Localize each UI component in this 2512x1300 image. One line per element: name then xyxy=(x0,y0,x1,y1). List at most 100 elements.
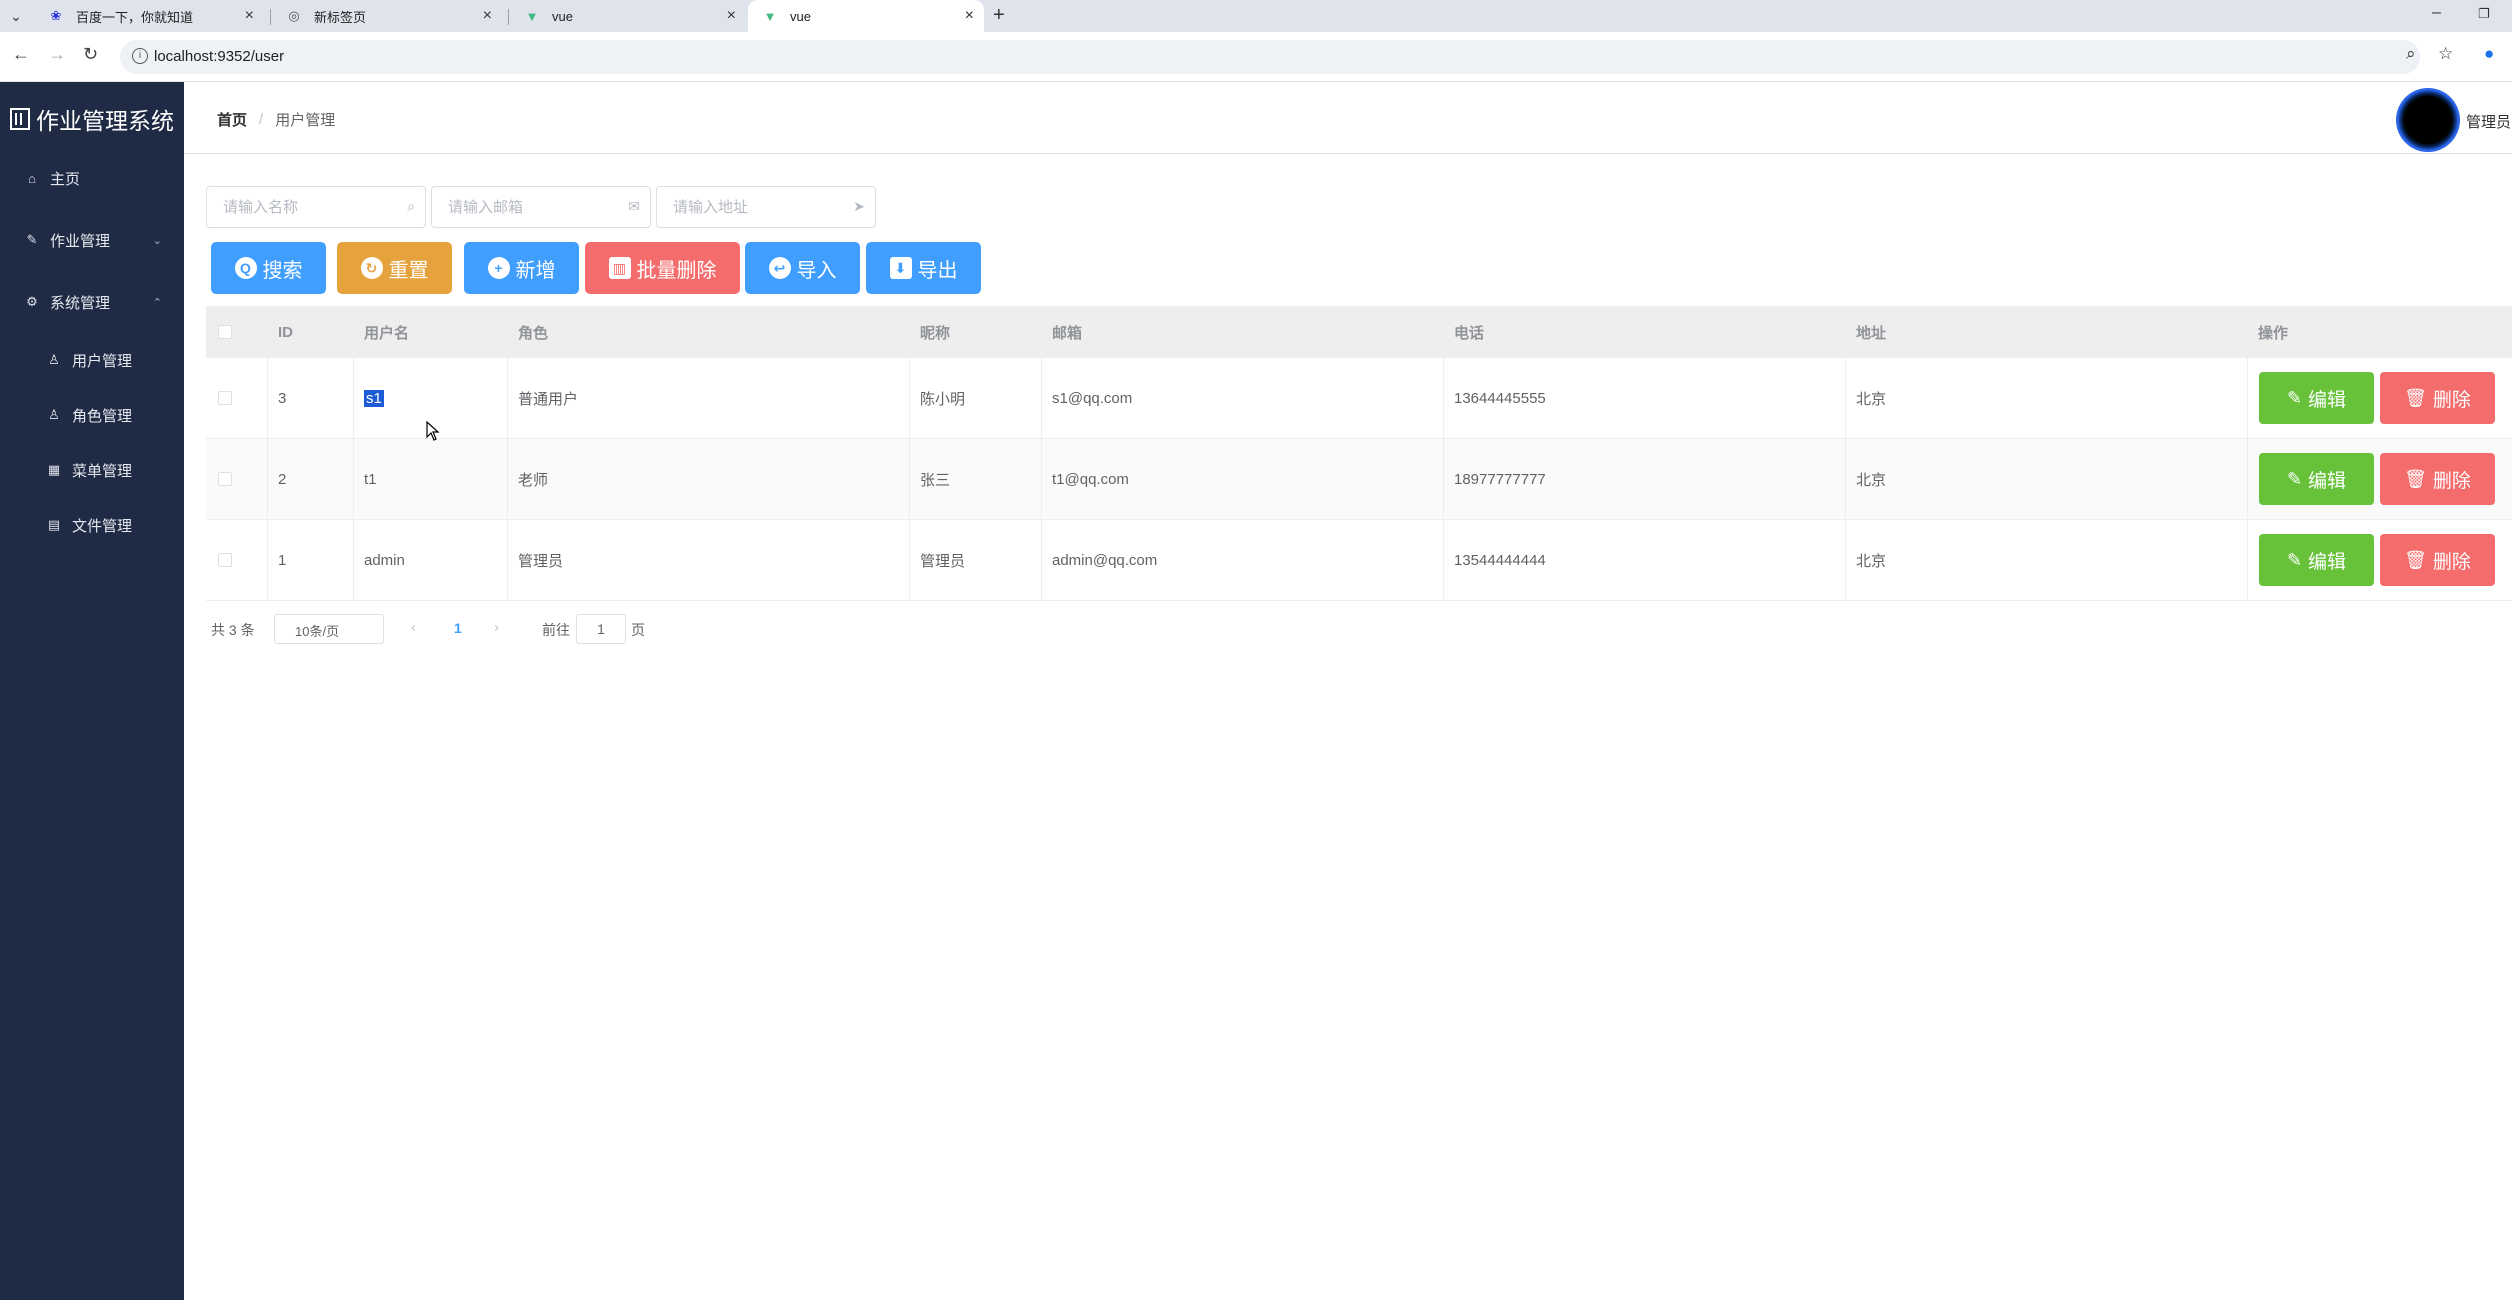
goto-page-input[interactable]: 1 xyxy=(576,614,626,644)
tab-search-icon[interactable]: ⌄ xyxy=(6,6,26,26)
page-size-select[interactable]: 10条/页 ⌄ xyxy=(274,614,384,644)
address-search-field: ➤ xyxy=(656,186,876,228)
sidebar-item-files[interactable]: ▤ 文件管理 xyxy=(0,505,184,545)
bookmark-star-icon[interactable]: ☆ xyxy=(2438,44,2453,64)
column-header-email[interactable]: 邮箱 xyxy=(1042,306,1444,358)
page-header: 首页 / 用户管理 管理员 xyxy=(184,82,2512,154)
column-header-actions: 操作 xyxy=(2258,324,2289,342)
breadcrumb-home[interactable]: 首页 xyxy=(217,109,247,130)
select-all-checkbox[interactable] xyxy=(218,325,232,339)
button-label: 批量删除 xyxy=(636,259,717,282)
refresh-icon: ↻ xyxy=(360,257,383,279)
browser-tab-newtab[interactable]: ◎ 新标签页 × xyxy=(272,0,502,32)
delete-button[interactable]: 🗑 删除 xyxy=(2380,372,2495,424)
minimize-icon[interactable]: – xyxy=(2432,4,2441,22)
back-icon[interactable]: ← xyxy=(12,44,30,65)
table-header: ID 用户名 角色 昵称 邮箱 电话 地址 操作 xyxy=(206,306,2512,358)
email-search-input[interactable] xyxy=(432,187,632,227)
row-checkbox[interactable] xyxy=(218,553,232,567)
reset-button[interactable]: ↻ 重置 xyxy=(337,242,452,294)
table-row[interactable]: 1 admin 管理员 管理员 admin@qq.com 13544444444… xyxy=(206,520,2512,601)
edit-button[interactable]: ✎ 编辑 xyxy=(2259,534,2374,586)
chrome-icon: ◎ xyxy=(288,8,300,23)
zoom-icon[interactable]: ⌕ xyxy=(2406,44,2416,64)
sidebar-item-users[interactable]: ♙ 用户管理 xyxy=(0,340,184,380)
cell-role: 管理员 xyxy=(508,520,910,600)
cell-role: 普通用户 xyxy=(508,358,910,438)
app-title: 作业管理系统 xyxy=(36,108,174,134)
button-label: 导入 xyxy=(796,259,837,282)
cell-id: 3 xyxy=(268,358,354,438)
column-header-username[interactable]: 用户名 xyxy=(354,306,508,358)
user-outline-icon: ♙ xyxy=(48,407,60,422)
edit-button[interactable]: ✎ 编辑 xyxy=(2259,453,2374,505)
profile-icon[interactable]: ● xyxy=(2484,44,2494,64)
edit-icon: ✎ xyxy=(26,232,38,247)
sidebar-item-home[interactable]: ⌂ 主页 xyxy=(0,158,184,198)
selected-username-text: s1 xyxy=(364,389,384,407)
sidebar-item-label: 菜单管理 xyxy=(72,462,133,480)
browser-tab-vue[interactable]: ▼ vue × xyxy=(510,0,746,32)
close-icon[interactable]: × xyxy=(727,7,736,25)
sidebar-item-homework[interactable]: ✎ 作业管理 ⌄ xyxy=(0,220,184,260)
name-search-input[interactable] xyxy=(207,187,407,227)
forward-icon[interactable]: → xyxy=(48,44,66,65)
cell-email: admin@qq.com xyxy=(1042,520,1444,600)
delete-button[interactable]: 🗑 删除 xyxy=(2380,453,2495,505)
import-button[interactable]: ↩ 导入 xyxy=(745,242,860,294)
address-search-input[interactable] xyxy=(657,187,857,227)
search-button[interactable]: Q 搜索 xyxy=(211,242,326,294)
cell-phone: 13644445555 xyxy=(1444,358,1846,438)
tab-title: 百度一下，你就知道 xyxy=(76,9,194,25)
avatar[interactable] xyxy=(2396,88,2460,152)
chevron-down-icon: ⌄ xyxy=(152,234,162,247)
export-button[interactable]: ⬇ 导出 xyxy=(866,242,981,294)
column-header-phone[interactable]: 电话 xyxy=(1444,306,1846,358)
batch-delete-button[interactable]: ▥ 批量删除 xyxy=(585,242,740,294)
new-tab-icon[interactable]: + xyxy=(993,4,1005,27)
download-icon: ⬇ xyxy=(889,257,912,279)
column-header-nickname[interactable]: 昵称 xyxy=(910,306,1042,358)
cell-address: 北京 xyxy=(1846,520,2248,600)
prev-page-icon[interactable]: ‹ xyxy=(411,619,416,636)
url-bar[interactable]: i localhost:9352/user xyxy=(120,40,2420,74)
user-name[interactable]: 管理员 xyxy=(2466,111,2511,132)
sidebar-item-roles[interactable]: ♙ 角色管理 xyxy=(0,395,184,435)
row-checkbox[interactable] xyxy=(218,391,232,405)
site-info-icon[interactable]: i xyxy=(132,48,148,64)
column-header-address[interactable]: 地址 xyxy=(1846,306,2248,358)
sidebar: 作业管理系统 ⌂ 主页 ✎ 作业管理 ⌄ ⚙ 系统管理 ⌃ ♙ 用户管理 ♙ 角… xyxy=(0,82,184,1300)
cell-email: s1@qq.com xyxy=(1042,358,1444,438)
browser-tab-baidu[interactable]: ❀ 百度一下，你就知道 × xyxy=(34,0,264,32)
next-page-icon[interactable]: › xyxy=(494,619,499,636)
row-checkbox[interactable] xyxy=(218,472,232,486)
plus-circle-icon: + xyxy=(487,257,510,279)
browser-tab-strip: ⌄ ❀ 百度一下，你就知道 × ◎ 新标签页 × ▼ vue × ▼ vue ×… xyxy=(0,0,2512,32)
close-icon[interactable]: × xyxy=(965,7,974,25)
location-arrow-icon: ➤ xyxy=(853,198,865,214)
tab-title: vue xyxy=(552,8,573,24)
cell-address: 北京 xyxy=(1846,358,2248,438)
restore-icon[interactable]: ❐ xyxy=(2478,6,2490,22)
browser-tab-vue-active[interactable]: ▼ vue × xyxy=(748,0,984,32)
cell-nickname: 张三 xyxy=(910,439,1042,519)
sidebar-item-menus[interactable]: ▦ 菜单管理 xyxy=(0,450,184,490)
column-header-id[interactable]: ID xyxy=(268,306,354,358)
cell-id: 2 xyxy=(268,439,354,519)
table-row[interactable]: 3 s1 普通用户 陈小明 s1@qq.com 13644445555 北京 ✎… xyxy=(206,358,2512,439)
reload-icon[interactable]: ↻ xyxy=(83,44,98,65)
delete-button[interactable]: 🗑 删除 xyxy=(2380,534,2495,586)
trash-icon: 🗑 xyxy=(2404,549,2427,570)
edit-button[interactable]: ✎ 编辑 xyxy=(2259,372,2374,424)
close-icon[interactable]: × xyxy=(483,7,492,25)
add-button[interactable]: + 新增 xyxy=(464,242,579,294)
sidebar-item-system[interactable]: ⚙ 系统管理 ⌃ xyxy=(0,282,184,322)
building-icon xyxy=(10,108,30,130)
button-label: 导出 xyxy=(917,259,958,282)
close-icon[interactable]: × xyxy=(245,7,254,25)
select-all-cell xyxy=(206,306,268,358)
table-row[interactable]: 2 t1 老师 张三 t1@qq.com 18977777777 北京 ✎ 编辑 … xyxy=(206,439,2512,520)
column-header-role[interactable]: 角色 xyxy=(508,306,910,358)
import-icon: ↩ xyxy=(768,257,791,279)
page-number[interactable]: 1 xyxy=(454,620,462,636)
